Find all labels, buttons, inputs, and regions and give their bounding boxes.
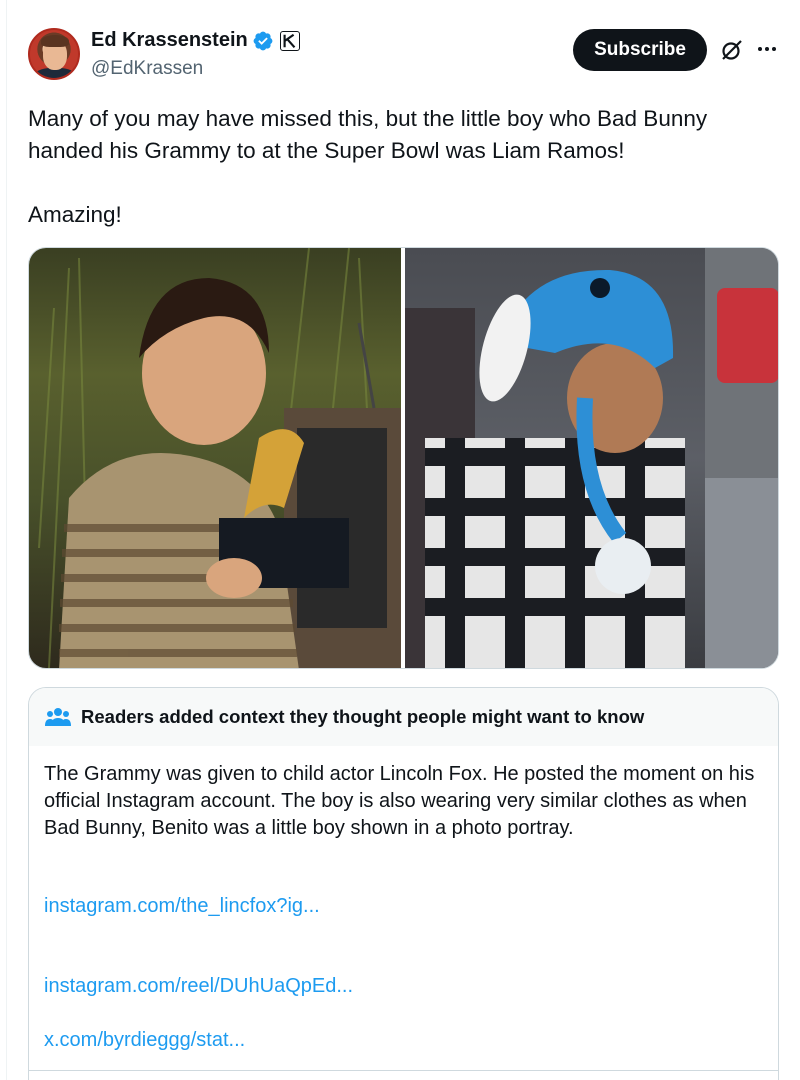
- tweet-media: [28, 247, 779, 669]
- author-handle[interactable]: @EdKrassen: [91, 58, 203, 80]
- divider: [28, 1070, 779, 1071]
- verified-badge-icon[interactable]: [252, 30, 274, 52]
- tweet-paragraph: Amazing!: [28, 202, 122, 227]
- author-name-row: Ed Krassenstein: [91, 29, 300, 52]
- photo-boy-with-grammy[interactable]: [29, 248, 401, 668]
- community-note-header: Readers added context they thought peopl…: [29, 688, 778, 746]
- more-options-icon[interactable]: [754, 36, 780, 62]
- avatar[interactable]: [28, 28, 80, 80]
- author-display-name[interactable]: Ed Krassenstein: [91, 29, 248, 52]
- community-note-body: The Grammy was given to child actor Linc…: [44, 763, 755, 839]
- photo-boy-in-blue-hat[interactable]: [405, 248, 778, 668]
- affiliate-badge-icon[interactable]: [279, 30, 300, 51]
- community-note: Readers added context they thought peopl…: [28, 687, 779, 1080]
- community-note-title: Readers added context they thought peopl…: [81, 706, 645, 727]
- tweet-text: Many of you may have missed this, but th…: [28, 103, 768, 231]
- people-icon: [45, 708, 71, 726]
- tweet-paragraph: Many of you may have missed this, but th…: [28, 106, 708, 163]
- community-note-link[interactable]: instagram.com/the_lincfox?ig...: [44, 895, 320, 918]
- timeline-border: [6, 0, 7, 1080]
- community-note-link[interactable]: x.com/byrdieggg/stat...: [44, 1029, 245, 1052]
- community-note-link[interactable]: instagram.com/reel/DUhUaQpEd...: [44, 975, 353, 998]
- grok-icon[interactable]: [720, 38, 744, 62]
- subscribe-button[interactable]: Subscribe: [573, 29, 707, 71]
- tweet-header: Ed Krassenstein @EdKrassen Subscribe: [28, 28, 780, 84]
